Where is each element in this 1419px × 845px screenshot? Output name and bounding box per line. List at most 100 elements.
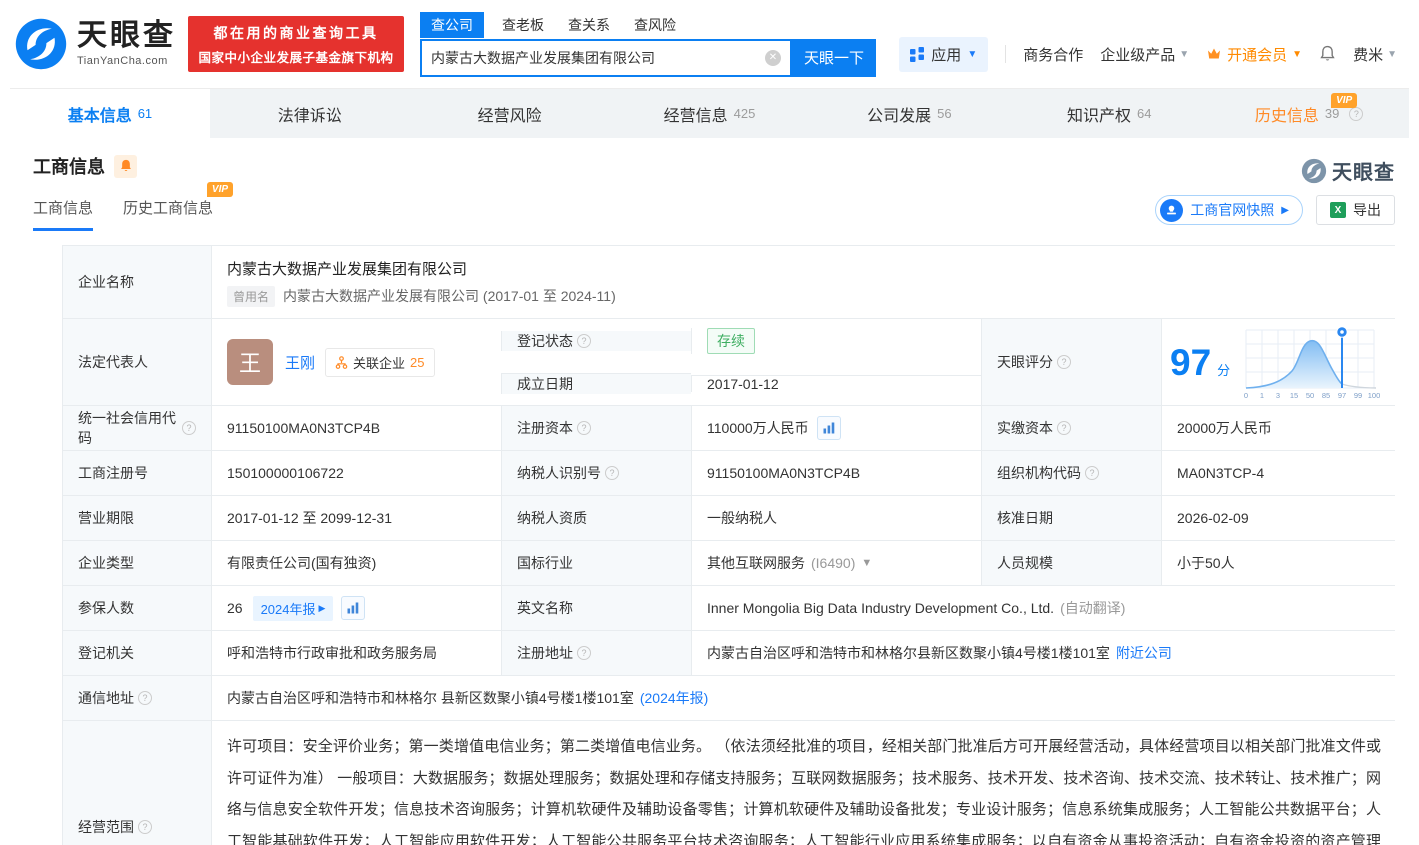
- annual-report-badge[interactable]: 2024年报▶: [253, 596, 334, 621]
- reg-status-cell: 存续: [691, 328, 981, 354]
- status-date-nested: 登记状态? 存续 成立日期 2017-01-12: [501, 319, 981, 405]
- search-tab-boss[interactable]: 查老板: [502, 12, 544, 38]
- search-box: ✕ 天眼一下: [420, 39, 876, 77]
- apps-label: 应用: [931, 44, 961, 65]
- section-title: 工商信息: [33, 153, 105, 179]
- reg-address: 内蒙古自治区呼和浩特市和林格尔县新区数聚小镇4号楼1楼101室: [707, 643, 1110, 663]
- tab-intellectual-property[interactable]: 知识产权 64: [1009, 89, 1209, 138]
- approval-date-label: 核准日期: [981, 496, 1161, 540]
- business-info-table: 企业名称 内蒙古大数据产业发展集团有限公司 曾用名 内蒙古大数据产业发展有限公司…: [62, 245, 1395, 845]
- org-chart-icon: [335, 356, 348, 369]
- vip-menu[interactable]: 开通会员 ▼: [1206, 44, 1302, 65]
- table-row: 参保人数 26 2024年报▶ 英文名称 Inner Mongolia Big …: [63, 585, 1394, 630]
- tab-history-info[interactable]: VIP 历史信息 39 ?: [1209, 89, 1409, 138]
- tianyancha-logo[interactable]: 天眼查 TianYanCha.com: [14, 17, 176, 71]
- chevron-down-icon[interactable]: ▼: [861, 557, 872, 569]
- search-tab-relation[interactable]: 查关系: [568, 12, 610, 38]
- user-menu[interactable]: 费米 ▼: [1353, 44, 1397, 65]
- header: 天眼查 TianYanCha.com 都在用的商业查询工具 国家中小企业发展子基…: [0, 0, 1419, 88]
- insured-chart-icon[interactable]: [341, 596, 365, 620]
- tab-label: 经营信息: [664, 102, 728, 126]
- nearby-companies-link[interactable]: 附近公司: [1116, 643, 1172, 663]
- stamp-icon: [1160, 199, 1183, 222]
- notification-bell-icon[interactable]: [1319, 45, 1336, 63]
- mail-address-label: 通信地址?: [63, 676, 211, 720]
- reg-number: 150100000106722: [211, 451, 501, 495]
- help-icon[interactable]: ?: [1349, 107, 1363, 121]
- search-tab-company[interactable]: 查公司: [420, 12, 484, 38]
- tianyancha-logo-icon: [14, 17, 68, 71]
- help-icon[interactable]: ?: [1057, 355, 1071, 369]
- cooperation-menu[interactable]: 商务合作: [1023, 44, 1083, 65]
- menu-divider: [1005, 45, 1006, 63]
- reg-address-cell: 内蒙古自治区呼和浩特市和林格尔县新区数聚小镇4号楼1楼101室 附近公司: [691, 631, 1396, 675]
- legal-rep-name-link[interactable]: 王刚: [285, 352, 315, 373]
- tab-business-info[interactable]: 经营信息 425: [610, 89, 810, 138]
- help-icon[interactable]: ?: [605, 466, 619, 480]
- table-row: 统一社会信用代码? 91150100MA0N3TCP4B 注册资本? 11000…: [63, 405, 1394, 450]
- business-scope-cell: 许可项目：安全评价业务；第一类增值电信业务；第二类增值电信业务。 （依法须经批准…: [211, 721, 1396, 845]
- search-input[interactable]: [431, 50, 765, 66]
- help-icon[interactable]: ?: [138, 691, 152, 705]
- org-code-label: 组织机构代码?: [981, 451, 1161, 495]
- table-row: 企业类型 有限责任公司(国有独资) 国标行业 其他互联网服务 (I6490) ▼…: [63, 540, 1394, 585]
- tab-label: 公司发展: [867, 102, 931, 126]
- official-snapshot-button[interactable]: 工商官网快照 ▶: [1155, 195, 1303, 225]
- help-icon[interactable]: ?: [577, 421, 591, 435]
- tab-count: 39: [1325, 106, 1339, 121]
- excel-icon: X: [1330, 202, 1346, 218]
- insured-count: 26: [227, 600, 243, 616]
- capital-chart-icon[interactable]: [817, 416, 841, 440]
- tab-operating-risk[interactable]: 经营风险: [410, 89, 610, 138]
- svg-text:50: 50: [1306, 391, 1314, 400]
- business-scope-text: 许可项目：安全评价业务；第一类增值电信业务；第二类增值电信业务。 （依法须经批准…: [227, 731, 1381, 845]
- annual-report-link[interactable]: (2024年报): [640, 688, 708, 708]
- tab-company-development[interactable]: 公司发展 56: [809, 89, 1009, 138]
- chevron-right-icon: ▶: [1281, 205, 1289, 216]
- english-name-label: 英文名称: [501, 586, 691, 630]
- subtab-label: 历史工商信息: [123, 200, 213, 217]
- company-nav-tabs: 基本信息 61 法律诉讼 经营风险 经营信息 425 公司发展 56 知识产权 …: [10, 88, 1409, 138]
- clear-search-icon[interactable]: ✕: [765, 50, 781, 66]
- subscribe-bell-icon[interactable]: [114, 155, 137, 178]
- help-icon[interactable]: ?: [1057, 421, 1071, 435]
- enterprise-menu[interactable]: 企业级产品 ▼: [1100, 44, 1189, 65]
- business-term: 2017-01-12 至 2099-12-31: [211, 496, 501, 540]
- subtab-history-registration[interactable]: VIP 历史工商信息: [123, 197, 213, 231]
- help-icon[interactable]: ?: [182, 421, 196, 435]
- english-name-note: (自动翻译): [1060, 598, 1125, 618]
- related-companies-badge[interactable]: 关联企业 25: [325, 348, 434, 377]
- help-icon[interactable]: ?: [1085, 466, 1099, 480]
- insured-label: 参保人数: [63, 586, 211, 630]
- former-name: 内蒙古大数据产业发展有限公司 (2017-01 至 2024-11): [283, 286, 616, 306]
- promo-banner: 都在用的商业查询工具 国家中小企业发展子基金旗下机构: [188, 16, 404, 72]
- company-type-label: 企业类型: [63, 541, 211, 585]
- search-tabs: 查公司 查老板 查关系 查风险: [420, 12, 876, 38]
- vip-badge: VIP: [207, 182, 233, 197]
- search-area: 查公司 查老板 查关系 查风险 ✕ 天眼一下: [420, 12, 876, 77]
- help-icon[interactable]: ?: [138, 820, 152, 834]
- section-header: 工商信息: [33, 153, 1386, 179]
- promo-line1: 都在用的商业查询工具: [214, 23, 379, 43]
- establish-date-label: 成立日期: [501, 373, 691, 394]
- search-tab-risk[interactable]: 查风险: [634, 12, 676, 38]
- tab-label: 经营风险: [478, 102, 542, 126]
- apps-menu[interactable]: 应用 ▼: [899, 37, 988, 72]
- svg-text:3: 3: [1276, 391, 1280, 400]
- tab-basic-info[interactable]: 基本信息 61: [10, 89, 210, 138]
- table-row: 工商注册号 150100000106722 纳税人识别号? 91150100MA…: [63, 450, 1394, 495]
- table-row: 通信地址? 内蒙古自治区呼和浩特市和林格尔 县新区数聚小镇4号楼1楼101室 (…: [63, 675, 1394, 720]
- export-button[interactable]: X 导出: [1316, 195, 1395, 225]
- reg-address-label: 注册地址?: [501, 631, 691, 675]
- help-icon[interactable]: ?: [577, 334, 591, 348]
- tab-legal-litigation[interactable]: 法律诉讼: [210, 89, 410, 138]
- help-icon[interactable]: ?: [577, 646, 591, 660]
- toolbar-buttons: 工商官网快照 ▶ X 导出: [1155, 195, 1395, 225]
- score-label: 天眼评分?: [981, 319, 1161, 405]
- table-row: 法定代表人 王 王刚 关联企业 25 登记状态? 存续 成立日: [63, 318, 1394, 405]
- score-value: 97: [1170, 344, 1211, 381]
- search-button[interactable]: 天眼一下: [792, 39, 876, 77]
- subtab-business-registration[interactable]: 工商信息: [33, 197, 93, 231]
- legal-rep-avatar[interactable]: 王: [227, 339, 273, 385]
- company-name-cell: 内蒙古大数据产业发展集团有限公司 曾用名 内蒙古大数据产业发展有限公司 (201…: [211, 246, 1396, 318]
